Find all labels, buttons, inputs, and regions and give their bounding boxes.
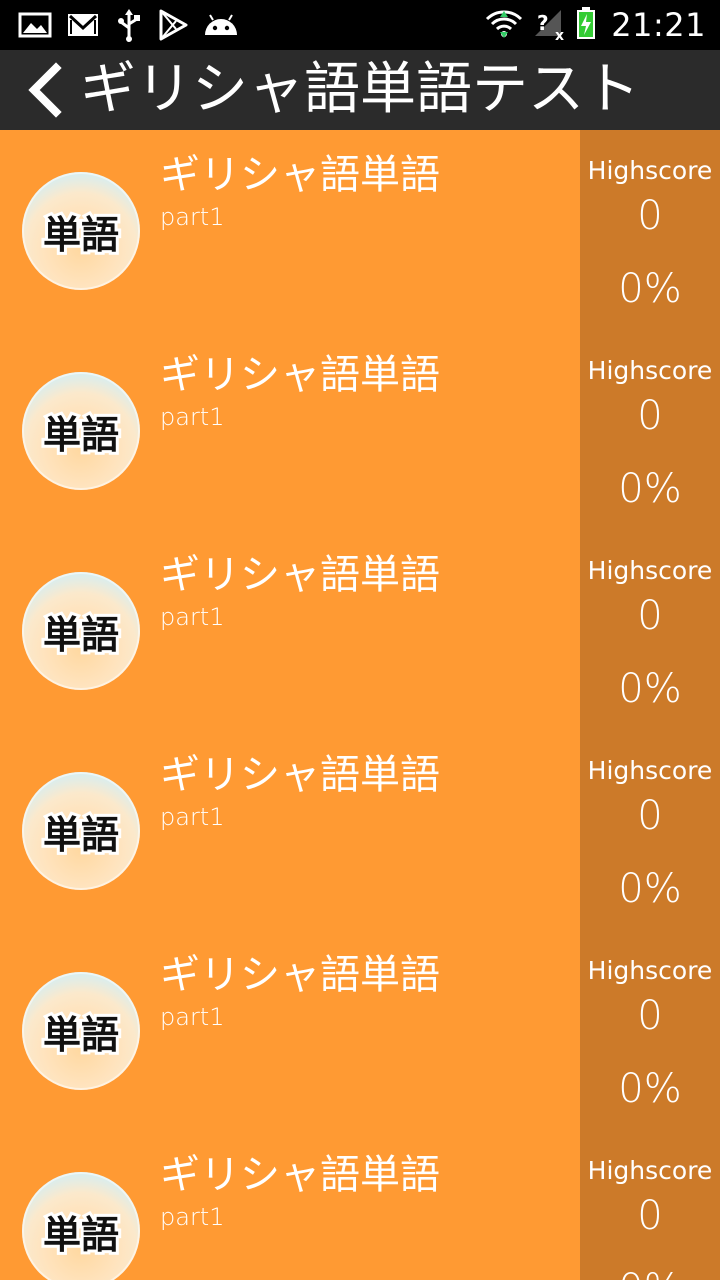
list-item[interactable]: 単語 ギリシャ語単語 part1 Highscore 0 0% [0, 1130, 720, 1280]
item-subtitle: part1 [160, 1203, 225, 1231]
item-subtitle: part1 [160, 603, 225, 631]
score-value: 0 [637, 593, 663, 639]
wifi-icon [485, 7, 523, 43]
image-icon [18, 11, 52, 39]
score-panel: Highscore 0 0% [580, 730, 720, 930]
word-avatar-icon: 単語 [22, 172, 140, 290]
item-subtitle: part1 [160, 403, 225, 431]
score-value: 0 [637, 993, 663, 1039]
score-panel: Highscore 0 0% [580, 1130, 720, 1280]
item-subtitle: part1 [160, 203, 225, 231]
item-title: ギリシャ語単語 [160, 752, 440, 798]
score-percent: 0% [618, 466, 682, 512]
score-label: Highscore [587, 756, 713, 785]
svg-text:?: ? [537, 11, 549, 35]
list-item[interactable]: 単語 ギリシャ語単語 part1 Highscore 0 0% [0, 530, 720, 730]
item-subtitle: part1 [160, 1003, 225, 1031]
score-panel: Highscore 0 0% [580, 930, 720, 1130]
status-clock: 21:21 [611, 6, 706, 44]
avatar-text: 単語 [43, 213, 119, 257]
item-title: ギリシャ語単語 [160, 552, 440, 598]
word-avatar-icon: 単語 [22, 1172, 140, 1280]
score-label: Highscore [587, 156, 713, 185]
avatar-text: 単語 [43, 813, 119, 857]
score-percent: 0% [580, 1264, 720, 1280]
list-item[interactable]: 単語 ギリシャ語単語 part1 Highscore 0 0% [0, 730, 720, 930]
item-title: ギリシャ語単語 [160, 352, 440, 398]
word-avatar-icon: 単語 [22, 772, 140, 890]
chevron-left-icon [28, 62, 62, 118]
word-avatar-icon: 単語 [22, 972, 140, 1090]
avatar-text: 単語 [43, 613, 119, 657]
app-bar: ギリシャ語単語テスト [0, 50, 720, 130]
notification-icons [18, 6, 240, 44]
item-title: ギリシャ語単語 [160, 952, 440, 998]
word-avatar-icon: 単語 [22, 572, 140, 690]
usb-icon [114, 8, 144, 42]
score-label: Highscore [587, 556, 713, 585]
score-label: Highscore [587, 1156, 713, 1185]
score-panel: Highscore 0 0% [580, 330, 720, 530]
battery-icon [575, 6, 597, 44]
item-title: ギリシャ語単語 [160, 152, 440, 198]
system-icons: ? x 21:21 [485, 0, 706, 50]
score-label: Highscore [587, 956, 713, 985]
list-item[interactable]: 単語 ギリシャ語単語 part1 Highscore 0 0% [0, 930, 720, 1130]
word-test-list: 単語 ギリシャ語単語 part1 Highscore 0 0% 単語 ギリシャ語… [0, 130, 720, 1280]
back-button[interactable] [18, 62, 70, 118]
gmail-icon [66, 11, 100, 39]
score-value: 0 [637, 793, 663, 839]
avatar-text: 単語 [43, 1013, 119, 1057]
item-title: ギリシャ語単語 [160, 1152, 440, 1198]
list-item[interactable]: 単語 ギリシャ語単語 part1 Highscore 0 0% [0, 330, 720, 530]
score-percent: 0% [618, 1066, 682, 1112]
score-percent: 0% [618, 866, 682, 912]
score-panel: Highscore 0 0% [580, 130, 720, 330]
avatar-text: 単語 [43, 1213, 119, 1257]
avatar-text: 単語 [43, 413, 119, 457]
item-subtitle: part1 [160, 803, 225, 831]
score-value: 0 [637, 193, 663, 239]
status-bar: ? x 21:21 [0, 0, 720, 50]
score-value: 0 [637, 393, 663, 439]
android-icon [202, 11, 240, 39]
word-avatar-icon: 単語 [22, 372, 140, 490]
score-percent: 0% [618, 666, 682, 712]
list-item[interactable]: 単語 ギリシャ語単語 part1 Highscore 0 0% [0, 130, 720, 330]
score-label: Highscore [587, 356, 713, 385]
score-panel: Highscore 0 0% [580, 530, 720, 730]
score-percent: 0% [618, 266, 682, 312]
page-title: ギリシャ語単語テスト [80, 57, 640, 122]
score-value: 0 [637, 1193, 663, 1239]
signal-icon: ? x [531, 6, 567, 44]
play-store-icon [158, 9, 188, 41]
svg-text:x: x [555, 28, 564, 40]
